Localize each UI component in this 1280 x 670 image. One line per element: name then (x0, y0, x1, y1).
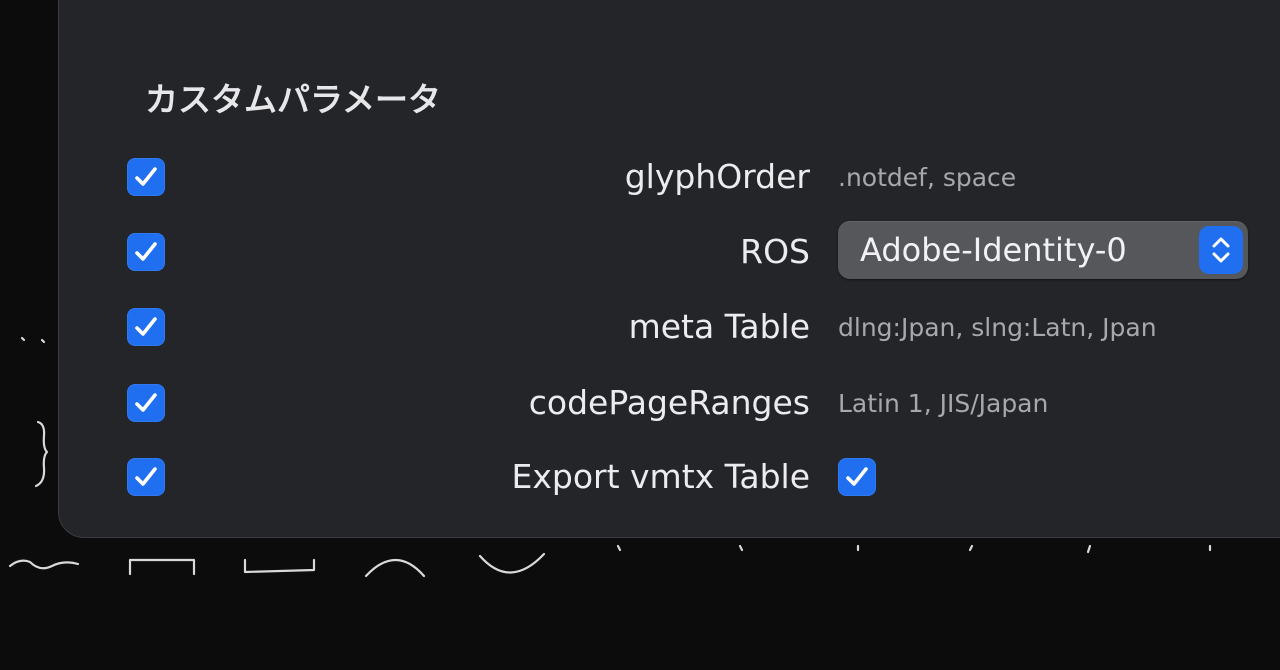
bottom-bracket-glyph-2 (243, 558, 316, 574)
enable-checkbox-export-vmtx[interactable] (127, 458, 165, 496)
section-title: カスタムパラメータ (145, 80, 442, 119)
param-row-export-vmtx: Export vmtx Table (0, 452, 1280, 502)
bottom-tick-1 (616, 544, 622, 552)
bottom-arc-glyph (364, 559, 426, 578)
chevron-up-down-icon (1199, 226, 1243, 274)
bottom-tick-5 (1086, 544, 1092, 554)
bottom-smile-glyph (478, 552, 546, 574)
param-value[interactable]: Latin 1, JIS/Japan (838, 388, 1048, 420)
param-name: glyphOrder (624, 157, 810, 196)
param-row-ros: ROS Adobe-Identity-0 (0, 221, 1280, 279)
checkmark-icon (135, 393, 157, 412)
enable-checkbox-meta-table[interactable] (127, 308, 165, 346)
export-vmtx-value-checkbox[interactable] (838, 458, 876, 496)
param-row-glyphorder: glyphOrder .notdef, space (0, 152, 1280, 202)
param-value[interactable]: dlng:Jpan, slng:Latn, Jpan (838, 312, 1157, 344)
bottom-tick-2 (738, 544, 744, 552)
bottom-tick-4 (968, 544, 974, 552)
bottom-bracket-glyph-1 (128, 558, 196, 576)
enable-checkbox-glyphorder[interactable] (127, 158, 165, 196)
ros-popup-button[interactable]: Adobe-Identity-0 (838, 221, 1248, 279)
param-value[interactable]: .notdef, space (838, 162, 1016, 194)
checkmark-icon (135, 242, 157, 261)
param-name: meta Table (628, 307, 810, 346)
param-name: ROS (740, 232, 810, 271)
param-name: codePageRanges (528, 383, 810, 422)
param-row-codepageranges: codePageRanges Latin 1, JIS/Japan (0, 378, 1280, 428)
enable-checkbox-ros[interactable] (127, 233, 165, 271)
checkmark-icon (135, 467, 157, 486)
param-name: Export vmtx Table (511, 457, 810, 496)
enable-checkbox-codepageranges[interactable] (127, 384, 165, 422)
popup-selected-value: Adobe-Identity-0 (860, 231, 1127, 269)
param-row-meta-table: meta Table dlng:Jpan, slng:Latn, Jpan (0, 302, 1280, 352)
bottom-tilde-glyph (8, 559, 80, 570)
checkmark-icon (135, 317, 157, 336)
checkmark-icon (135, 167, 157, 186)
checkmark-icon (846, 467, 868, 486)
